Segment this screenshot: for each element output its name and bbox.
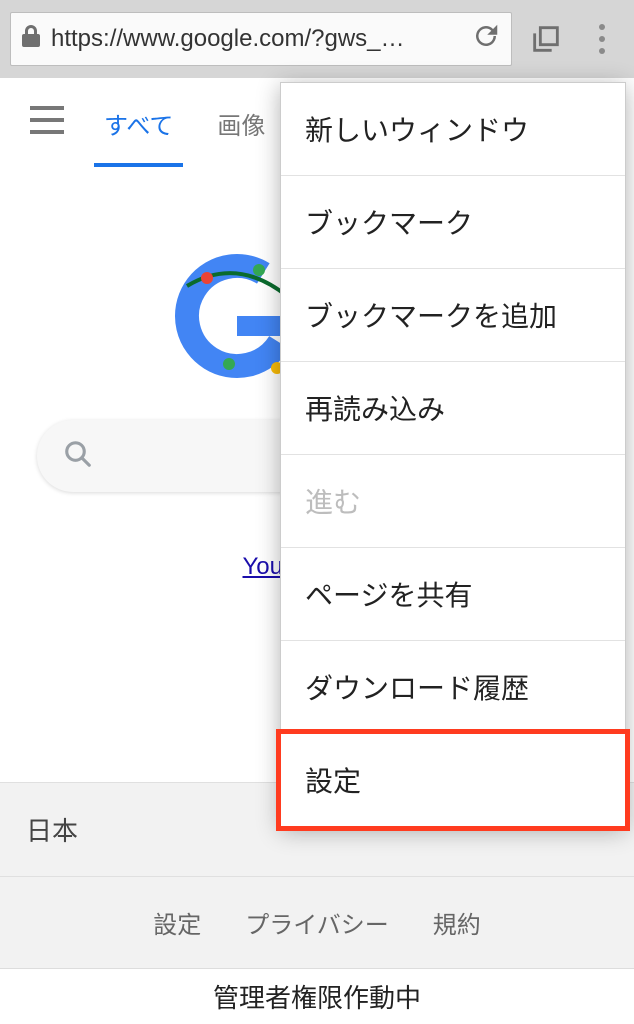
page-body: すべて 画像: [0, 78, 634, 1024]
tab-all[interactable]: すべて: [100, 80, 177, 165]
url-box[interactable]: https://www.google.com/?gws_…: [10, 12, 512, 66]
menu-forward: 進む: [281, 455, 625, 547]
menu-share[interactable]: ページを共有: [281, 548, 625, 640]
menu-settings[interactable]: 設定: [276, 729, 630, 831]
footer-terms[interactable]: 規約: [433, 905, 481, 940]
menu-reload[interactable]: 再読み込み: [281, 362, 625, 454]
overflow-menu: 新しいウィンドウ ブックマーク ブックマークを追加 再読み込み 進む ページを共…: [280, 82, 626, 827]
lock-icon: [21, 24, 41, 55]
tab-images[interactable]: 画像: [213, 80, 269, 165]
tabs-icon[interactable]: [524, 17, 568, 61]
menu-bookmarks[interactable]: ブックマーク: [281, 176, 625, 268]
menu-add-bookmark[interactable]: ブックマークを追加: [281, 269, 625, 361]
menu-new-window[interactable]: 新しいウィンドウ: [281, 83, 625, 175]
reload-icon[interactable]: [471, 21, 501, 58]
overflow-menu-icon[interactable]: [580, 17, 624, 61]
admin-banner: 管理者権限作動中: [0, 968, 634, 1024]
hamburger-icon[interactable]: [30, 106, 64, 139]
footer-settings[interactable]: 設定: [153, 905, 201, 940]
menu-downloads[interactable]: ダウンロード履歴: [281, 641, 625, 733]
browser-chrome-bar: https://www.google.com/?gws_…: [0, 0, 634, 78]
footer-privacy[interactable]: プライバシー: [245, 905, 389, 940]
footer-links: 設定 プライバシー 規約: [0, 876, 634, 968]
search-icon: [63, 439, 93, 474]
url-text: https://www.google.com/?gws_…: [51, 25, 461, 53]
